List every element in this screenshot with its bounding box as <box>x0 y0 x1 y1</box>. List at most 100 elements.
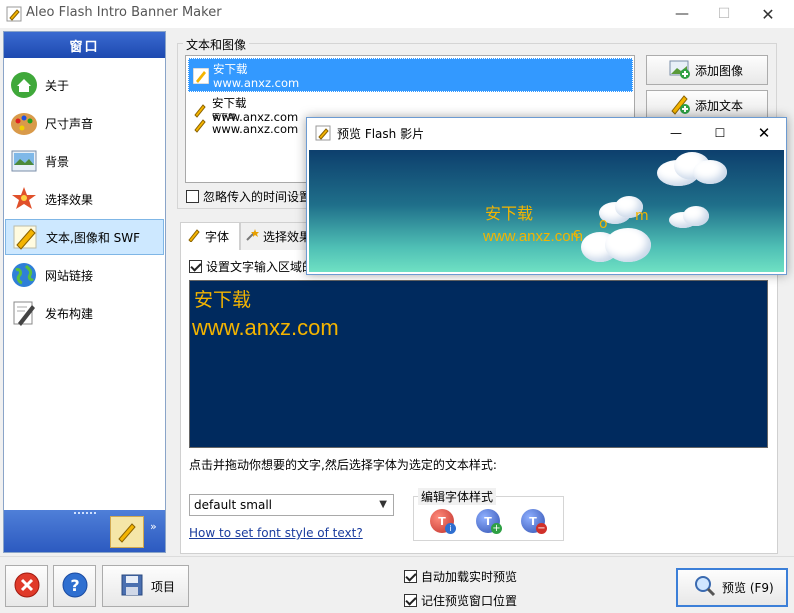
list-item-line2: www.anxz.com <box>213 76 300 90</box>
pen-paper-icon <box>9 298 39 328</box>
title-bar: Aleo Flash Intro Banner Maker — ☐ ✕ <box>0 0 794 28</box>
globe-icon <box>9 260 39 290</box>
sidebar-item-label: 网站链接 <box>45 268 94 283</box>
sidebar-item-label: 选择效果 <box>45 192 94 207</box>
sidebar-header: 窗口 <box>4 32 165 58</box>
window-title: Aleo Flash Intro Banner Maker <box>26 5 222 20</box>
sidebar-item-effects[interactable]: 选择效果 <box>5 181 164 217</box>
sidebar-item-website-link[interactable]: 网站链接 <box>5 257 164 293</box>
floppy-disk-icon <box>121 574 143 599</box>
list-item-line1: 安下载 <box>212 96 247 110</box>
help-button[interactable]: ? <box>53 565 96 607</box>
sidebar-item-label: 关于 <box>45 78 70 93</box>
remember-pos-checkbox[interactable] <box>404 594 417 607</box>
text-line-2[interactable]: www.anxz.com <box>192 315 339 341</box>
set-input-area-row[interactable]: 设置文字输入区域的 <box>189 258 314 275</box>
text-line-1[interactable]: 安下载 <box>194 285 251 312</box>
cloud <box>605 228 651 262</box>
preview-flying-letter: c <box>573 226 581 242</box>
pencil-icon <box>10 222 40 252</box>
sidebar-item-background[interactable]: 背景 <box>5 143 164 179</box>
exit-button[interactable] <box>5 565 48 607</box>
minimize-icon[interactable]: — <box>666 0 698 28</box>
font-style-help-link[interactable]: How to set font style of text? <box>189 526 363 540</box>
text-image-group-title: 文本和图像 <box>183 36 250 53</box>
sidebar-item-about[interactable]: 关于 <box>5 67 164 103</box>
resize-grip[interactable] <box>74 512 96 514</box>
home-icon <box>9 70 39 100</box>
set-input-area-checkbox[interactable] <box>189 260 202 273</box>
list-item[interactable]: 安下载 www.anxz.com <box>188 58 633 92</box>
sidebar: 窗口 关于 尺寸声音 背景 选择效果 文本,图像和 SWF 网站链接 发布构建 … <box>3 31 166 553</box>
ignore-time-label: 忽略传入的时间设置 <box>203 190 312 204</box>
preview-window-title: 预览 Flash 影片 <box>337 127 425 141</box>
tab-font[interactable]: 字体 <box>180 222 240 250</box>
magic-wand-icon <box>245 228 259 245</box>
edit-font-style-title: 编辑字体样式 <box>418 488 497 505</box>
bottom-toolbar: ? 项目 自动加载实时预览 记住预览窗口位置 预览 (F9) <box>0 556 794 613</box>
add-text-label: 添加文本 <box>695 98 744 113</box>
text-item-icon <box>192 67 210 85</box>
add-text-button[interactable]: 添加文本 <box>646 90 768 120</box>
preview-button[interactable]: 预览 (F9) <box>676 568 788 607</box>
sidebar-item-text-image-swf[interactable]: 文本,图像和 SWF <box>5 219 164 255</box>
close-icon[interactable]: ✕ <box>751 122 777 144</box>
maximize-icon[interactable]: ☐ <box>708 0 740 28</box>
auto-load-label: 自动加载实时预览 <box>421 570 518 584</box>
close-icon[interactable]: ✕ <box>752 0 784 28</box>
expand-more-icon[interactable]: » <box>150 520 157 533</box>
minus-icon: − <box>536 523 547 534</box>
sidebar-item-publish[interactable]: 发布构建 <box>5 295 164 331</box>
ignore-time-checkbox-row[interactable]: 忽略传入的时间设置 <box>186 188 311 205</box>
preview-flying-letter: o <box>599 216 608 232</box>
minimize-icon[interactable]: — <box>663 122 689 144</box>
sidebar-footer-button[interactable] <box>110 516 144 548</box>
tab-font-label: 字体 <box>205 230 230 244</box>
font-style-select[interactable]: default small ▼ <box>189 494 394 516</box>
preview-label: 预览 (F9) <box>722 581 774 595</box>
flash-preview-canvas: 安下载 www.anxz.com c o m <box>309 150 784 272</box>
magic-effect-icon <box>9 184 39 214</box>
sidebar-item-label: 发布构建 <box>45 306 94 321</box>
magnifier-icon <box>694 575 716 600</box>
add-image-label: 添加图像 <box>695 63 744 78</box>
sidebar-item-label: 背景 <box>45 154 70 169</box>
list-item-line2: www.anxz.com <box>212 122 299 136</box>
cloud <box>693 160 727 184</box>
cloud <box>683 206 709 226</box>
add-text-icon <box>669 93 691 118</box>
info-icon: i <box>445 523 456 534</box>
app-pencil-icon <box>315 125 331 144</box>
project-button[interactable]: 项目 <box>102 565 189 607</box>
auto-load-row[interactable]: 自动加载实时预览 <box>404 568 517 585</box>
sidebar-item-label: 尺寸声音 <box>45 116 94 131</box>
preview-text-line1: 安下载 <box>485 204 534 223</box>
preview-flash-window: 预览 Flash 影片 — ☐ ✕ 安下载 www.anxz.com c o m <box>306 117 787 275</box>
pencil-icon <box>187 228 201 245</box>
app-pencil-icon <box>6 6 22 22</box>
svg-text:?: ? <box>70 576 79 595</box>
plus-icon: + <box>491 523 502 534</box>
pencil-icon <box>115 519 139 546</box>
text-edit-area[interactable]: 安下载 www.anxz.com <box>189 280 768 448</box>
chevron-down-icon: ▼ <box>379 499 387 510</box>
close-circle-icon <box>14 572 40 601</box>
help-icon: ? <box>62 572 88 601</box>
font-style-value: default small <box>194 498 272 512</box>
list-item-line1: 安下载 <box>212 113 236 119</box>
text-item-icon <box>192 117 208 133</box>
set-input-area-label: 设置文字输入区域的 <box>206 260 315 274</box>
list-item-line1: 安下载 <box>213 62 248 76</box>
picture-icon <box>9 146 39 176</box>
add-image-icon <box>669 58 691 83</box>
add-image-button[interactable]: 添加图像 <box>646 55 768 85</box>
auto-load-checkbox[interactable] <box>404 570 417 583</box>
preview-flying-letter: m <box>635 208 649 224</box>
ignore-time-checkbox[interactable] <box>186 190 199 203</box>
remember-pos-row[interactable]: 记住预览窗口位置 <box>404 592 517 609</box>
project-label: 项目 <box>151 579 176 594</box>
sidebar-footer: » <box>4 510 165 552</box>
instruction-text: 点击并拖动你想要的文字,然后选择字体为选定的文本样式: <box>189 458 497 472</box>
maximize-icon[interactable]: ☐ <box>707 122 733 144</box>
sidebar-item-size-sound[interactable]: 尺寸声音 <box>5 105 164 141</box>
